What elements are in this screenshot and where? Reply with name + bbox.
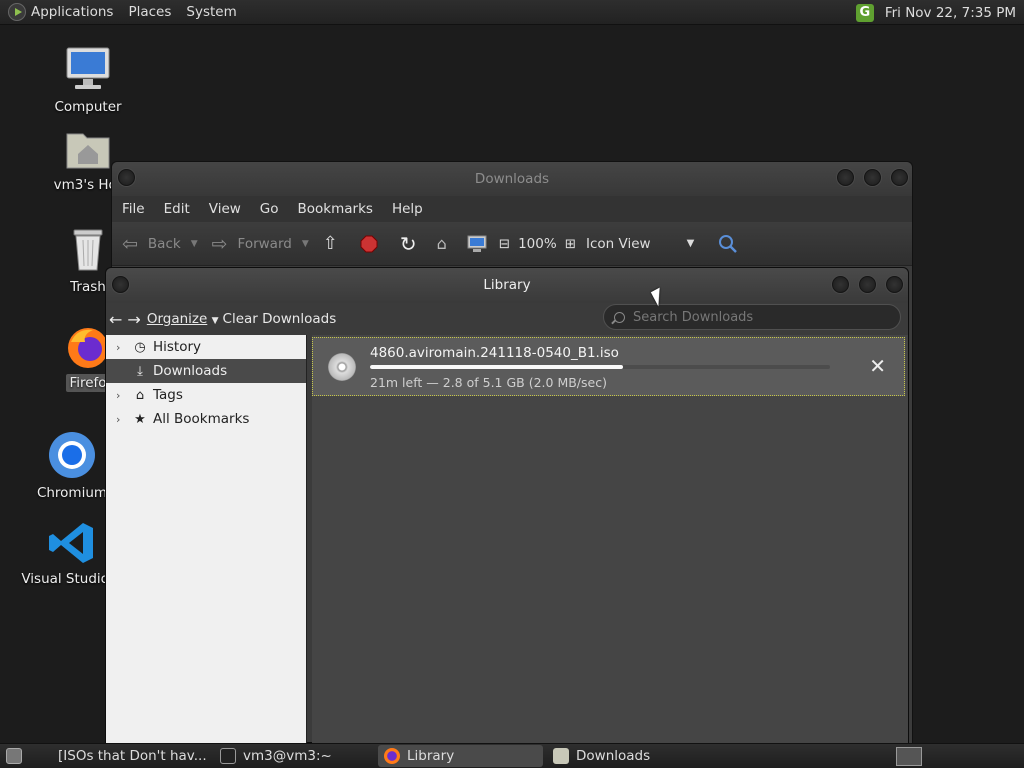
close-button[interactable] — [891, 169, 908, 186]
menubar: File Edit View Go Bookmarks Help — [112, 196, 912, 222]
library-sidebar: › ◷ History ⤓ Downloads › ⌂ Tags › ★ All… — [106, 335, 307, 743]
up-button[interactable]: ⇧ — [323, 233, 338, 254]
clock-icon: ◷ — [134, 339, 146, 355]
back-arrow-icon: ⇦ — [122, 232, 138, 255]
toolbar: ⇦ Back ▼ ⇨ Forward ▼ ⇧ ↻ ⌂ ⊟ 100% ⊞ Icon… — [112, 222, 912, 266]
dropdown-icon[interactable]: ▼ — [302, 239, 309, 249]
workspace-switcher[interactable] — [896, 747, 922, 766]
window-menu-button[interactable] — [112, 276, 129, 293]
folder-icon — [553, 748, 569, 764]
taskbar-item-firefox[interactable]: [ISOs that Don't hav... — [45, 745, 210, 767]
desktop-icon-label: Trash — [70, 279, 106, 295]
zoom-level: 100% — [518, 235, 557, 252]
top-panel: Applications Places System G Fri Nov 22,… — [0, 0, 1024, 25]
computer-icon — [66, 47, 110, 89]
applications-icon[interactable] — [8, 3, 26, 21]
library-toolbar: ← → Organize ▼ Clear Downloads Search Do… — [106, 303, 908, 335]
zoom-in-icon[interactable]: ⊞ — [565, 236, 576, 252]
chevron-down-icon: ▼ — [211, 316, 219, 326]
minimize-button[interactable] — [832, 276, 849, 293]
sidebar-item-downloads[interactable]: ⤓ Downloads — [106, 359, 306, 383]
clear-downloads-button[interactable]: Clear Downloads — [223, 311, 337, 327]
desktop-icon-label: Firefo — [66, 374, 110, 392]
menu-file[interactable]: File — [122, 201, 145, 217]
bottom-panel: [ISOs that Don't hav... vm3@vm3:~ Librar… — [0, 743, 1024, 768]
maximize-button[interactable] — [864, 169, 881, 186]
chromium-icon — [49, 432, 95, 478]
terminal-icon — [220, 748, 236, 764]
trash-icon — [73, 229, 103, 271]
forward-arrow-icon: ⇨ — [211, 232, 228, 255]
sidebar-item-tags[interactable]: › ⌂ Tags — [106, 383, 306, 407]
stop-icon[interactable] — [360, 235, 378, 253]
desktop-icon-label: Chromium — [36, 485, 108, 501]
system-menu[interactable]: System — [180, 4, 245, 20]
organize-button[interactable]: Organize ▼ — [147, 311, 219, 327]
menu-help[interactable]: Help — [392, 201, 423, 217]
window-title: Downloads — [112, 162, 912, 196]
vscode-icon — [49, 523, 93, 563]
search-icon — [614, 311, 625, 323]
download-filename: 4860.aviromain.241118-0540_B1.iso — [370, 345, 619, 361]
search-input[interactable]: Search Downloads — [603, 304, 901, 330]
download-progress-bar — [370, 365, 830, 369]
search-icon[interactable] — [718, 234, 738, 254]
forward-arrow-icon[interactable]: → — [127, 310, 140, 329]
home-icon[interactable]: ⌂ — [437, 234, 447, 253]
home-folder-icon — [66, 133, 110, 169]
chevron-right-icon[interactable]: › — [116, 413, 130, 426]
zoom-out-icon[interactable]: ⊟ — [499, 236, 510, 252]
firefox-icon — [384, 748, 400, 764]
close-button[interactable] — [886, 276, 903, 293]
desktop-icon-computer[interactable]: Computer — [28, 44, 148, 116]
clock[interactable]: Fri Nov 22, 7:35 PM — [885, 5, 1016, 21]
back-button[interactable]: ⇦ Back ▼ — [122, 233, 198, 255]
sidebar-item-all-bookmarks[interactable]: › ★ All Bookmarks — [106, 407, 306, 431]
window-title: Library — [106, 268, 908, 303]
sidebar-item-history[interactable]: › ◷ History — [106, 335, 306, 359]
downloads-list: 4860.aviromain.241118-0540_B1.iso 21m le… — [312, 335, 908, 743]
taskbar-item-library[interactable]: Library — [378, 745, 543, 767]
taskbar-item-terminal[interactable]: vm3@vm3:~ — [214, 745, 374, 767]
maximize-button[interactable] — [859, 276, 876, 293]
update-icon[interactable]: G — [855, 3, 874, 22]
menu-go[interactable]: Go — [260, 201, 279, 217]
chevron-right-icon[interactable]: › — [116, 341, 130, 354]
disc-image-icon — [328, 353, 356, 381]
library-window: Library ← → Organize ▼ Clear Downloads S… — [105, 267, 909, 743]
tag-icon: ⌂ — [135, 387, 145, 403]
download-icon: ⤓ — [137, 363, 143, 379]
minimize-button[interactable] — [837, 169, 854, 186]
computer-icon[interactable] — [467, 235, 487, 253]
star-icon: ★ — [134, 411, 146, 427]
reload-icon[interactable]: ↻ — [400, 232, 417, 256]
menu-view[interactable]: View — [209, 201, 241, 217]
window-menu-button[interactable] — [118, 169, 135, 186]
search-placeholder: Search Downloads — [633, 309, 754, 325]
view-mode-select[interactable]: Icon View ▼ — [586, 236, 694, 252]
desktop-icon-label: Computer — [54, 99, 122, 115]
forward-button[interactable]: ⇨ Forward ▼ — [212, 233, 309, 255]
system-tray: G Fri Nov 22, 7:35 PM — [855, 0, 1024, 25]
desktop-icon — [6, 748, 22, 764]
download-status: 21m left — 2.8 of 5.1 GB (2.0 MB/sec) — [370, 375, 607, 390]
places-menu[interactable]: Places — [122, 4, 180, 20]
dropdown-icon[interactable]: ▼ — [191, 239, 198, 249]
chevron-down-icon: ▼ — [686, 238, 695, 249]
show-desktop-button[interactable] — [0, 745, 35, 767]
back-arrow-icon[interactable]: ← — [109, 310, 122, 329]
taskbar-item-downloads[interactable]: Downloads — [547, 745, 712, 767]
menu-edit[interactable]: Edit — [164, 201, 190, 217]
applications-menu[interactable]: Applications — [31, 4, 122, 20]
download-item[interactable]: 4860.aviromain.241118-0540_B1.iso 21m le… — [312, 337, 905, 396]
menu-bookmarks[interactable]: Bookmarks — [298, 201, 373, 217]
chevron-right-icon[interactable]: › — [116, 389, 130, 402]
cancel-download-button[interactable]: ✕ — [869, 356, 886, 376]
